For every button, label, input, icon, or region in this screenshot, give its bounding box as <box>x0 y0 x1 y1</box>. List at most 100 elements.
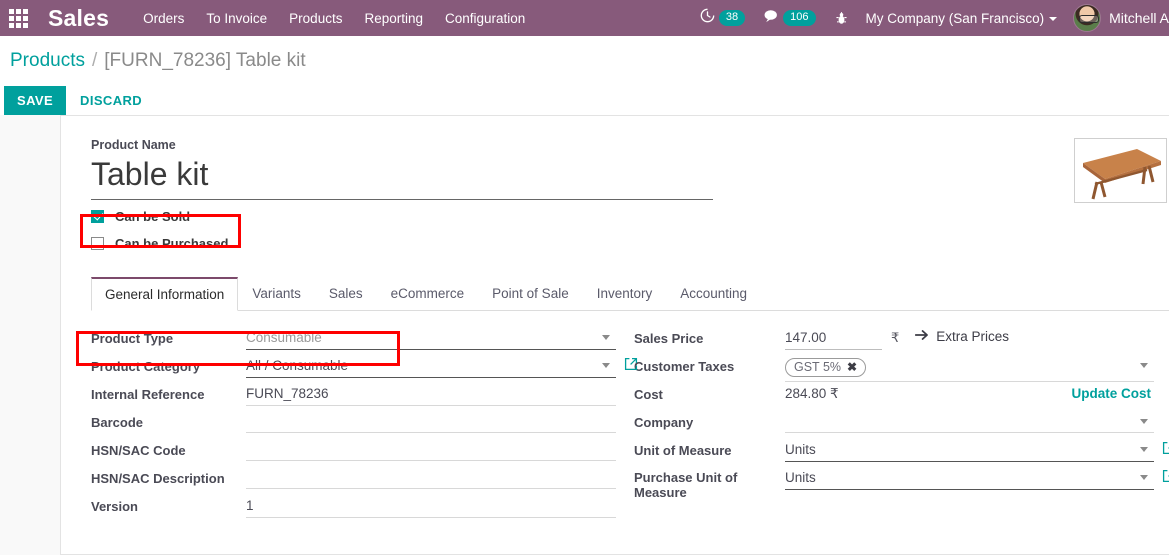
version-label: Version <box>91 499 138 514</box>
field-company: Company <box>634 411 1154 439</box>
field-version: Version 1 <box>91 495 616 523</box>
can-be-purchased-label: Can be Purchased <box>115 235 229 251</box>
activity-menu[interactable]: 38 <box>691 8 754 28</box>
messaging-menu[interactable]: 106 <box>754 9 824 28</box>
product-image[interactable] <box>1074 138 1167 203</box>
field-customer-taxes: Customer Taxes GST 5% ✖ <box>634 355 1154 383</box>
company-select[interactable] <box>785 411 1154 433</box>
form-column-right: Sales Price 147.00 ₹ Extra Prices Custom… <box>634 327 1169 523</box>
field-unit-of-measure: Unit of Measure Units <box>634 439 1169 467</box>
internal-reference-label: Internal Reference <box>91 387 205 402</box>
customer-taxes-input[interactable]: GST 5% ✖ <box>785 355 1154 382</box>
field-hsn-sac-code: HSN/SAC Code <box>91 439 616 467</box>
field-sales-price: Sales Price 147.00 ₹ Extra Prices <box>634 327 1154 355</box>
field-product-type: Product Type Consumable <box>91 327 616 355</box>
unit-of-measure-label: Unit of Measure <box>634 443 732 458</box>
remove-tag-icon[interactable]: ✖ <box>847 360 857 374</box>
menu-item-reporting[interactable]: Reporting <box>364 11 423 26</box>
clock-icon <box>700 8 715 28</box>
sales-price-input[interactable]: 147.00 <box>785 327 882 350</box>
internal-link-icon[interactable] <box>1162 441 1169 460</box>
tab-point-of-sale[interactable]: Point of Sale <box>478 277 583 311</box>
form-sheet: Product Name Table kit Can be Sold Can b… <box>60 115 1169 555</box>
user-name: Mitchell A <box>1109 10 1169 26</box>
hsn-sac-code-input[interactable] <box>246 439 616 461</box>
menu-item-to-invoice[interactable]: To Invoice <box>206 11 267 26</box>
company-name: My Company (San Francisco) <box>865 10 1045 26</box>
field-barcode: Barcode <box>91 411 616 439</box>
navbar-systray: 38 106 My Company (San Francisco) Mitche… <box>691 0 1169 36</box>
tab-ecommerce[interactable]: eCommerce <box>377 277 479 311</box>
menu-item-orders[interactable]: Orders <box>143 11 184 26</box>
form-tabs: General Information Variants Sales eComm… <box>91 276 1169 311</box>
customer-taxes-label: Customer Taxes <box>634 359 735 374</box>
purchase-unit-of-measure-label: Purchase Unit of Measure <box>634 470 738 500</box>
sales-price-label: Sales Price <box>634 331 704 346</box>
extra-prices-button[interactable]: Extra Prices <box>915 327 1009 344</box>
menu-item-configuration[interactable]: Configuration <box>445 11 525 26</box>
apps-grid-icon[interactable] <box>0 0 36 36</box>
tax-tag-label: GST 5% <box>794 360 842 374</box>
purchase-unit-of-measure-select[interactable]: Units <box>785 467 1154 490</box>
can-be-sold-label: Can be Sold <box>115 208 191 224</box>
unit-of-measure-select[interactable]: Units <box>785 439 1154 462</box>
chevron-down-icon[interactable] <box>602 363 610 368</box>
activity-count-badge: 38 <box>718 10 746 26</box>
internal-link-icon[interactable] <box>1162 469 1169 488</box>
product-name-input[interactable]: Table kit <box>91 152 713 200</box>
product-name-label: Product Name <box>91 138 176 152</box>
cost-label: Cost <box>634 387 663 402</box>
can-be-purchased-checkbox[interactable] <box>91 236 104 250</box>
tab-accounting[interactable]: Accounting <box>666 277 761 311</box>
field-purchase-unit-of-measure: Purchase Unit of Measure Units <box>634 467 1169 500</box>
tax-tag[interactable]: GST 5% ✖ <box>785 358 867 377</box>
message-count-badge: 106 <box>783 10 816 26</box>
form-background: Product Name Table kit Can be Sold Can b… <box>0 115 1169 555</box>
tab-variants[interactable]: Variants <box>238 277 315 311</box>
save-button[interactable]: SAVE <box>4 86 67 115</box>
version-input[interactable]: 1 <box>246 495 616 518</box>
record-actions: SAVE DISCARD <box>0 86 1169 115</box>
chevron-down-icon <box>1049 16 1058 21</box>
breadcrumb: Products / [FURN_78236] Table kit <box>0 50 1169 72</box>
form-column-left: Product Type Consumable Product Category… <box>91 327 638 523</box>
field-product-category: Product Category All / Consumable <box>91 355 638 383</box>
update-cost-button[interactable]: Update Cost <box>1071 386 1151 401</box>
field-cost: Cost 284.80 ₹ Update Cost <box>634 383 1154 411</box>
tab-general-information[interactable]: General Information <box>91 277 239 311</box>
company-switcher[interactable]: My Company (San Francisco) <box>858 11 1066 26</box>
chevron-down-icon[interactable] <box>1140 363 1148 368</box>
hsn-sac-description-label: HSN/SAC Description <box>91 471 225 486</box>
product-type-select[interactable]: Consumable <box>246 327 616 350</box>
avatar <box>1073 4 1102 32</box>
tab-sales[interactable]: Sales <box>315 277 377 311</box>
breadcrumb-products[interactable]: Products <box>10 50 85 72</box>
discard-button[interactable]: DISCARD <box>66 86 156 115</box>
debug-bug-icon[interactable] <box>825 11 858 26</box>
barcode-label: Barcode <box>91 415 144 430</box>
barcode-input[interactable] <box>246 411 616 433</box>
chat-bubble-icon <box>763 9 779 28</box>
hsn-sac-description-input[interactable] <box>246 467 616 489</box>
internal-link-icon[interactable] <box>624 357 638 376</box>
can-be-sold-checkbox[interactable] <box>91 209 104 223</box>
product-category-label: Product Category <box>91 359 201 374</box>
user-menu[interactable]: Mitchell A <box>1065 4 1169 32</box>
menu-item-products[interactable]: Products <box>289 11 342 26</box>
internal-reference-input[interactable]: FURN_78236 <box>246 383 616 406</box>
chevron-down-icon[interactable] <box>1140 475 1148 480</box>
top-navbar: Sales Orders To Invoice Products Reporti… <box>0 0 1169 36</box>
chevron-down-icon[interactable] <box>1140 447 1148 452</box>
tab-inventory[interactable]: Inventory <box>583 277 667 311</box>
breadcrumb-separator: / <box>91 50 98 71</box>
chevron-down-icon[interactable] <box>602 335 610 340</box>
arrow-right-icon <box>915 329 929 344</box>
product-category-select[interactable]: All / Consumable <box>246 355 616 378</box>
app-brand-sales[interactable]: Sales <box>48 5 109 32</box>
field-hsn-sac-description: HSN/SAC Description <box>91 467 616 495</box>
chevron-down-icon[interactable] <box>1140 419 1148 424</box>
currency-symbol: ₹ <box>891 330 900 345</box>
hsn-sac-code-label: HSN/SAC Code <box>91 443 186 458</box>
control-panel: Products / [FURN_78236] Table kit SAVE D… <box>0 36 1169 115</box>
breadcrumb-current-record: [FURN_78236] Table kit <box>104 50 306 71</box>
